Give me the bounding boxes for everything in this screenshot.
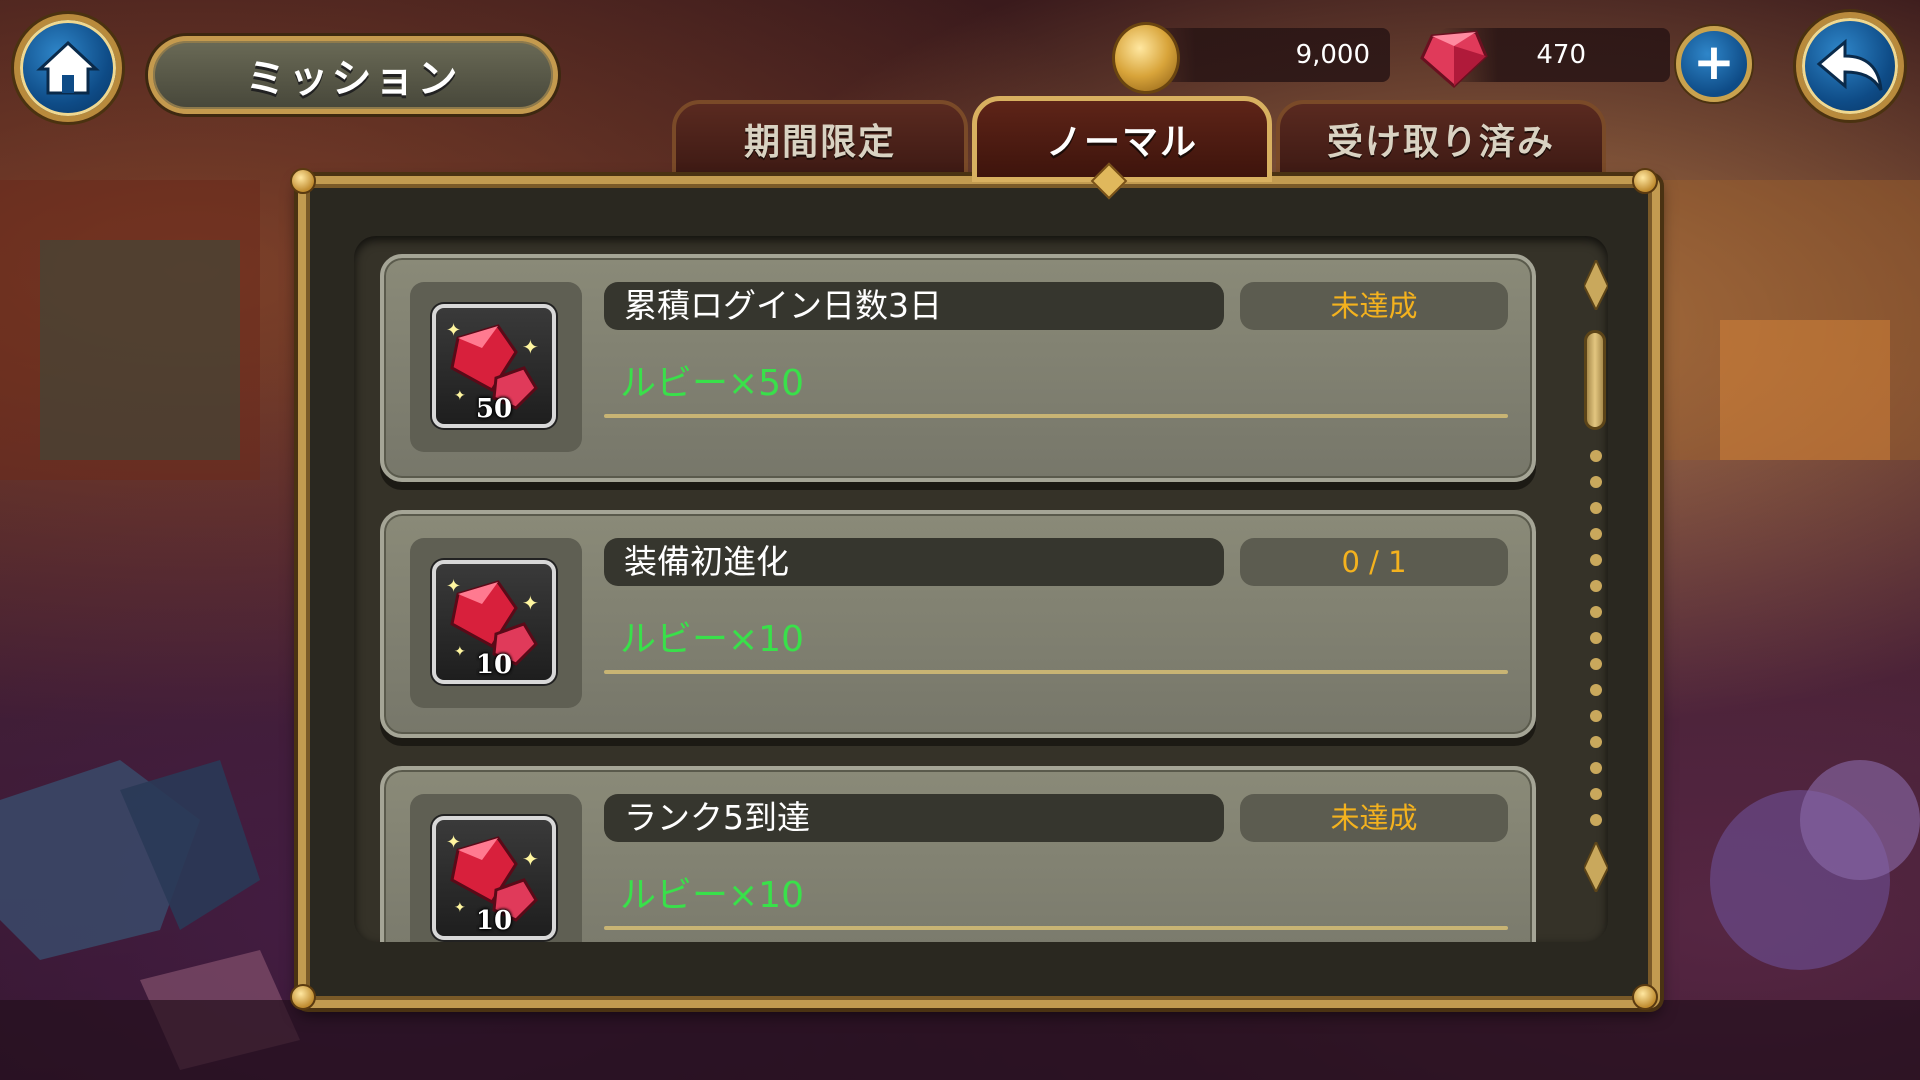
mission-reward: ルビー×10 xyxy=(620,875,804,916)
reward-icon-slot: ✦ ✦ ✦ 50 xyxy=(410,282,582,452)
tab-label: ノーマル xyxy=(1045,122,1198,163)
scrollbar[interactable] xyxy=(1584,260,1608,910)
divider xyxy=(604,414,1508,418)
tab-label: 期間限定 xyxy=(743,122,896,163)
screen-title-plate: ミッション xyxy=(148,36,558,114)
svg-text:✦: ✦ xyxy=(522,335,539,359)
scroll-track-dot xyxy=(1590,606,1602,618)
reward-item-quantity: 10 xyxy=(475,906,513,936)
scroll-track-dot xyxy=(1590,710,1602,722)
mission-reward: ルビー×50 xyxy=(620,363,804,404)
svg-text:✦: ✦ xyxy=(446,576,461,597)
scroll-track-dot xyxy=(1590,632,1602,644)
reward-icon-slot: ✦ ✦ ✦ 10 xyxy=(410,794,582,942)
mission-title: 装備初進化 xyxy=(604,538,1224,586)
mission-title: 累積ログイン日数3日 xyxy=(604,282,1224,330)
frame-ornament xyxy=(290,984,316,1010)
reward-item: ✦ ✦ ✦ 50 xyxy=(432,304,556,428)
plus-icon: + xyxy=(1693,33,1735,91)
page-title: ミッション xyxy=(245,56,461,102)
home-button[interactable] xyxy=(14,14,122,122)
tab-limited-time[interactable]: 期間限定 xyxy=(672,100,968,178)
tab-received[interactable]: 受け取り済み xyxy=(1276,100,1606,178)
tab-normal[interactable]: ノーマル xyxy=(972,96,1272,182)
svg-text:✦: ✦ xyxy=(522,847,539,871)
home-icon xyxy=(36,40,100,95)
reward-item-quantity: 10 xyxy=(475,650,513,680)
frame-ornament xyxy=(290,168,316,194)
add-rubies-button[interactable]: + xyxy=(1676,26,1752,102)
scroll-track-dot xyxy=(1590,814,1602,826)
scroll-up-arrow-icon[interactable] xyxy=(1584,260,1608,310)
scroll-thumb[interactable] xyxy=(1584,330,1606,430)
back-arrow-icon xyxy=(1816,38,1883,91)
tab-label: 受け取り済み xyxy=(1326,122,1555,163)
svg-text:✦: ✦ xyxy=(446,320,461,341)
scroll-track-dot xyxy=(1590,684,1602,696)
mission-status: 未達成 xyxy=(1240,282,1508,330)
back-button[interactable] xyxy=(1796,12,1904,120)
mission-title: ランク5到達 xyxy=(604,794,1224,842)
scroll-track-dot xyxy=(1590,580,1602,592)
svg-text:✦: ✦ xyxy=(446,832,461,853)
ruby-icon xyxy=(1420,30,1488,89)
reward-item: ✦ ✦ ✦ 10 xyxy=(432,816,556,940)
scroll-track-dot xyxy=(1590,658,1602,670)
frame-ornament xyxy=(1632,984,1658,1010)
reward-item-quantity: 50 xyxy=(475,394,513,424)
scroll-track-dot xyxy=(1590,788,1602,800)
ruby-amount: 470 xyxy=(1536,40,1586,70)
divider xyxy=(604,670,1508,674)
mission-panel: ✦ ✦ ✦ 50 累積ログイン日数3日 未達成 ルビー×50 ✦ ✦ ✦ 10 … xyxy=(298,176,1660,1008)
coin-amount: 9,000 xyxy=(1295,40,1370,70)
reward-item: ✦ ✦ ✦ 10 xyxy=(432,560,556,684)
scroll-track-dot xyxy=(1590,476,1602,488)
svg-text:✦: ✦ xyxy=(522,591,539,615)
mission-card[interactable]: ✦ ✦ ✦ 10 装備初進化 0 / 1 ルビー×10 xyxy=(380,510,1536,738)
mission-status: 0 / 1 xyxy=(1240,538,1508,586)
divider xyxy=(604,926,1508,930)
scroll-track-dot xyxy=(1590,554,1602,566)
mission-reward: ルビー×10 xyxy=(620,619,804,660)
scroll-track-dot xyxy=(1590,736,1602,748)
mission-card[interactable]: ✦ ✦ ✦ 10 ランク5到達 未達成 ルビー×10 xyxy=(380,766,1536,942)
frame-ornament xyxy=(1632,168,1658,194)
mission-card[interactable]: ✦ ✦ ✦ 50 累積ログイン日数3日 未達成 ルビー×50 xyxy=(380,254,1536,482)
scroll-track-dot xyxy=(1590,502,1602,514)
coin-icon xyxy=(1112,22,1180,94)
mission-list[interactable]: ✦ ✦ ✦ 50 累積ログイン日数3日 未達成 ルビー×50 ✦ ✦ ✦ 10 … xyxy=(354,236,1608,942)
scroll-track-dot xyxy=(1590,450,1602,462)
scroll-track-dot xyxy=(1590,528,1602,540)
reward-icon-slot: ✦ ✦ ✦ 10 xyxy=(410,538,582,708)
mission-status: 未達成 xyxy=(1240,794,1508,842)
scroll-track-dot xyxy=(1590,762,1602,774)
scroll-down-arrow-icon[interactable] xyxy=(1584,842,1608,892)
